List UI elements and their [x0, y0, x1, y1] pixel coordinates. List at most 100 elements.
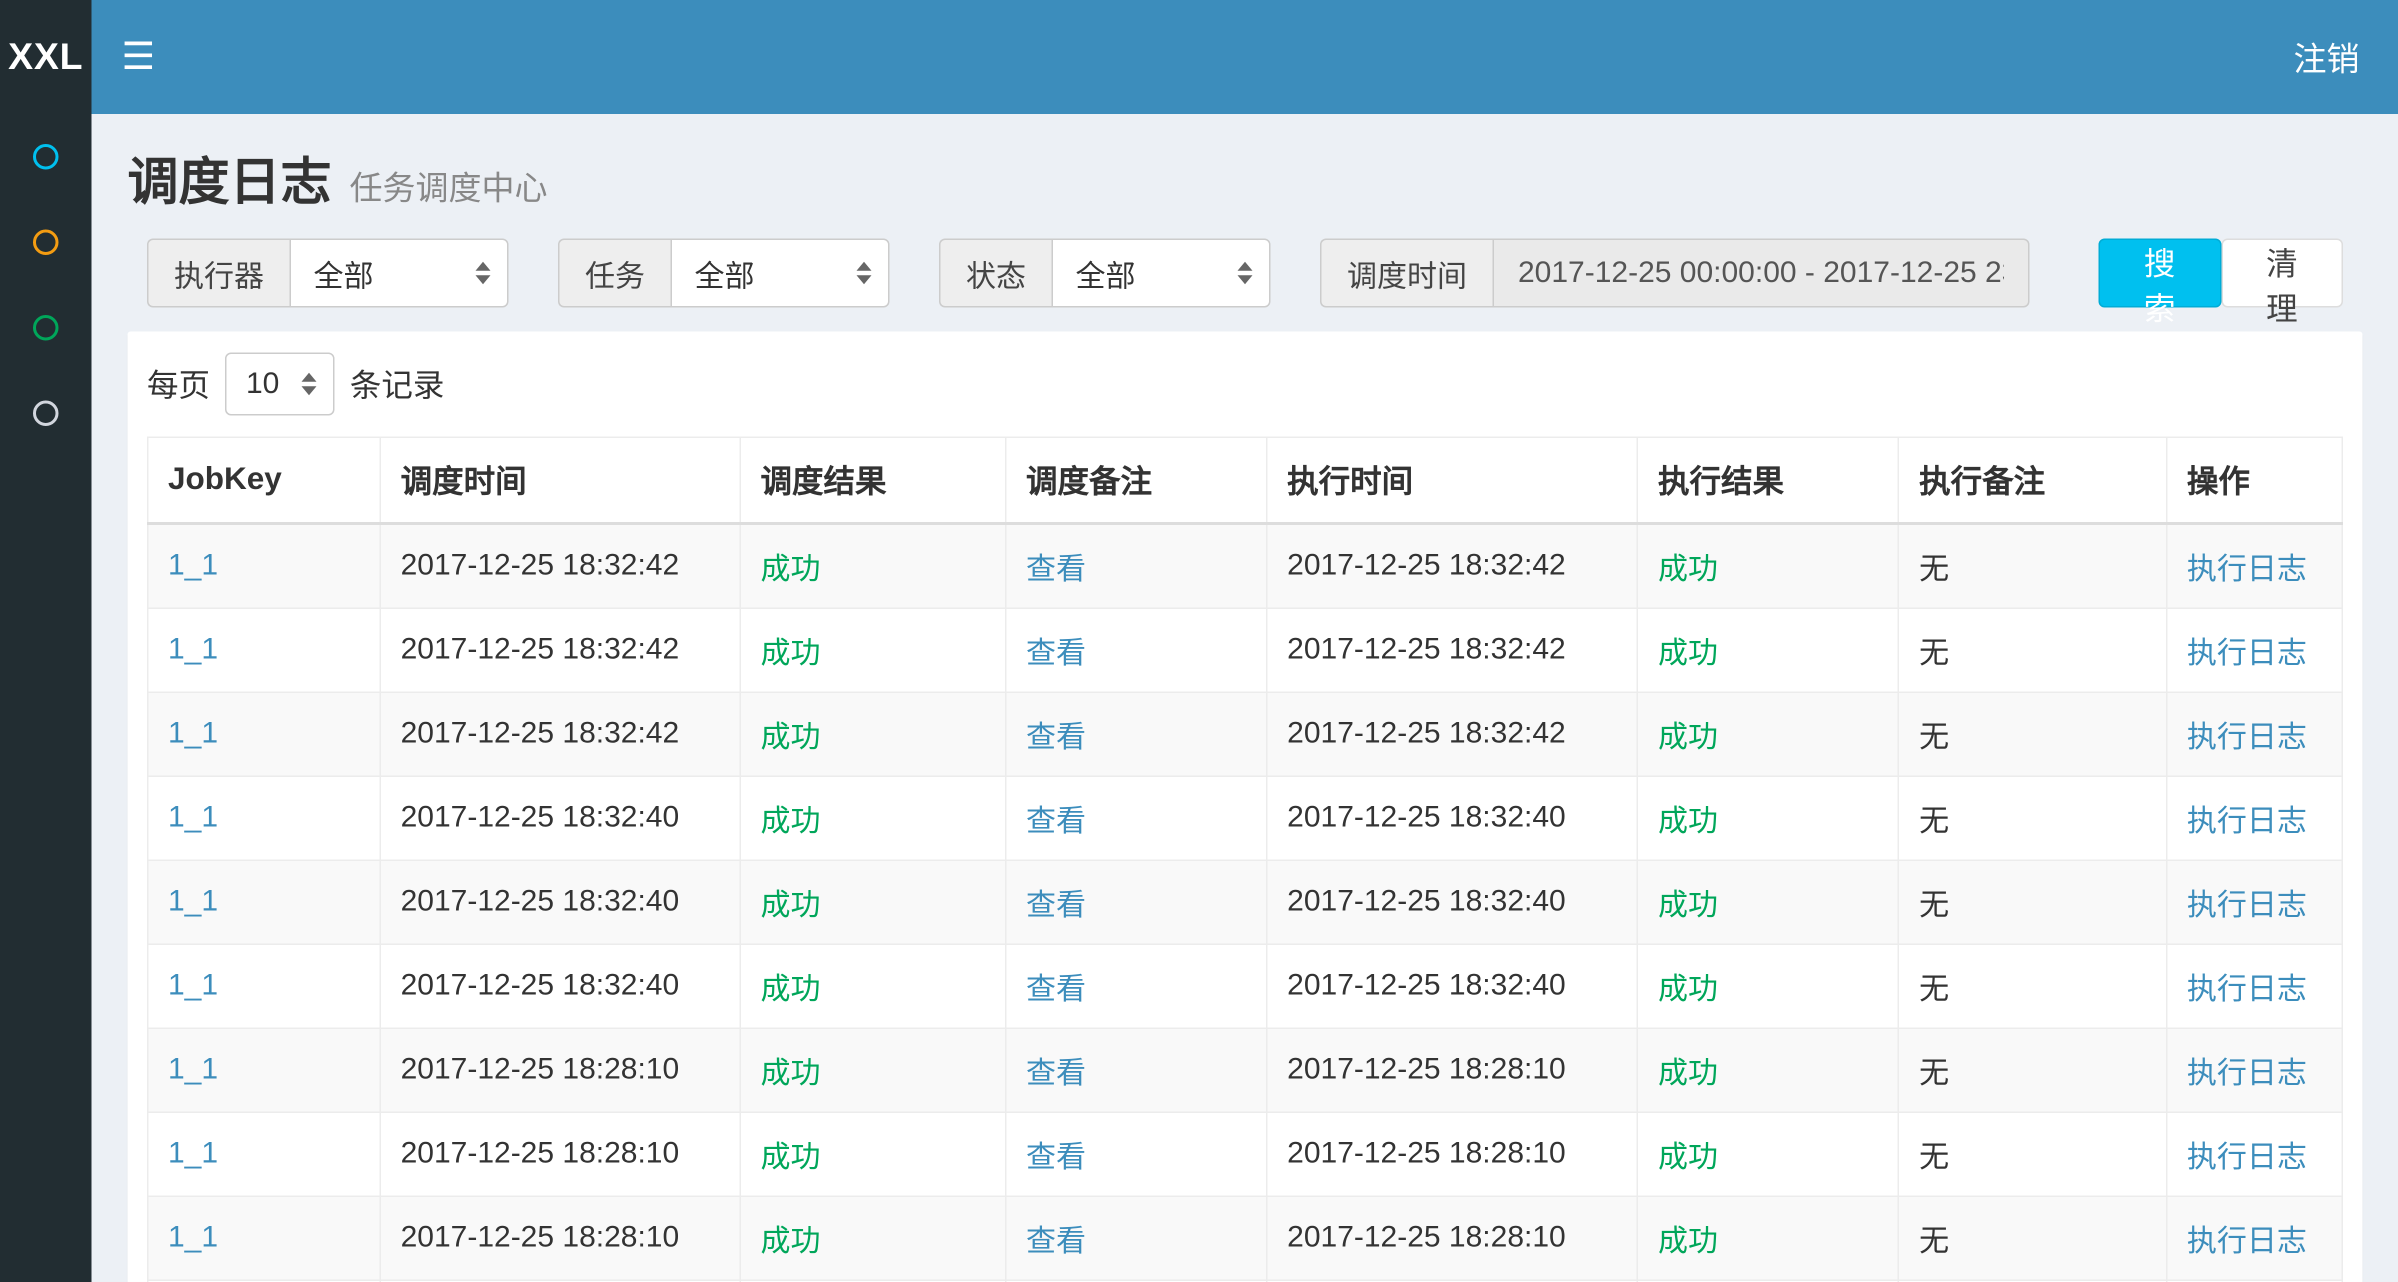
handle-result-cell: 成功 [1638, 1112, 1899, 1196]
app-logo[interactable]: XXL [0, 0, 92, 114]
status-select[interactable]: 全部 [1052, 239, 1271, 308]
page-size-prefix: 每页 [147, 362, 210, 407]
jobkey-link[interactable]: 1_1 [168, 633, 218, 666]
trigger-result-cell: 成功 [740, 608, 1006, 692]
status-select-value: 全部 [1076, 251, 1136, 295]
top-navbar: XXL ☰ 注销 [0, 0, 2398, 114]
header-trigger-msg[interactable]: 调度备注 [1006, 437, 1267, 523]
trigger-result-cell: 成功 [740, 1196, 1006, 1280]
handle-time-cell: 2017-12-25 18:32:42 [1267, 608, 1638, 692]
header-jobkey[interactable]: JobKey [148, 437, 381, 523]
execution-log-link[interactable]: 执行日志 [2187, 1226, 2307, 1259]
trigger-result-cell: 成功 [740, 860, 1006, 944]
executor-select-value: 全部 [314, 251, 374, 295]
jobkey-cell: 1_1 [148, 524, 381, 609]
logout-link[interactable]: 注销 [2293, 33, 2359, 81]
jobkey-cell: 1_1 [148, 860, 381, 944]
trigger-result-cell: 成功 [740, 524, 1006, 609]
table-row: 1_1 2017-12-25 18:28:10 成功 查看 2017-12-25… [148, 1028, 2343, 1112]
sidebar-menu-item-1[interactable] [0, 114, 92, 200]
action-cell: 执行日志 [2167, 692, 2343, 776]
handle-msg-cell: 无 [1899, 1028, 2167, 1112]
sidebar-toggle-icon[interactable]: ☰ [122, 38, 156, 76]
execution-log-link[interactable]: 执行日志 [2187, 806, 2307, 839]
trigger-msg-link[interactable]: 查看 [1026, 638, 1086, 671]
table-row: 1_1 2017-12-25 18:32:42 成功 查看 2017-12-25… [148, 692, 2343, 776]
job-filter-group: 任务 全部 [558, 239, 890, 308]
search-button[interactable]: 搜索 [2099, 239, 2221, 308]
execution-log-link[interactable]: 执行日志 [2187, 722, 2307, 755]
sidebar-menu-item-3[interactable] [0, 285, 92, 371]
trigger-msg-link[interactable]: 查看 [1026, 1142, 1086, 1175]
circle-outline-icon [33, 230, 59, 256]
header-handle-time[interactable]: 执行时间 [1267, 437, 1638, 523]
table-row: 1_1 2017-12-25 18:32:42 成功 查看 2017-12-25… [148, 608, 2343, 692]
header-trigger-result[interactable]: 调度结果 [740, 437, 1006, 523]
trigger-time-range-input[interactable] [1493, 239, 2030, 308]
table-row: 1_1 2017-12-25 18:28:10 成功 查看 2017-12-25… [148, 1112, 2343, 1196]
jobkey-link[interactable]: 1_1 [168, 549, 218, 582]
select-arrows-icon [476, 262, 491, 285]
execution-log-link[interactable]: 执行日志 [2187, 554, 2307, 587]
trigger-msg-link[interactable]: 查看 [1026, 974, 1086, 1007]
jobkey-link[interactable]: 1_1 [168, 1137, 218, 1170]
trigger-msg-link[interactable]: 查看 [1026, 890, 1086, 923]
log-table: JobKey 调度时间 调度结果 调度备注 执行时间 执行结果 执行备注 操作 … [147, 437, 2343, 1282]
execution-log-link[interactable]: 执行日志 [2187, 1142, 2307, 1175]
trigger-msg-link[interactable]: 查看 [1026, 806, 1086, 839]
content-header: 调度日志 任务调度中心 [128, 129, 2363, 239]
select-arrows-icon [302, 373, 317, 396]
clear-button[interactable]: 清理 [2221, 239, 2343, 308]
table-row: 1_1 2017-12-25 18:32:40 成功 查看 2017-12-25… [148, 860, 2343, 944]
executor-select[interactable]: 全部 [290, 239, 509, 308]
handle-msg-cell: 无 [1899, 1196, 2167, 1280]
header-handle-msg[interactable]: 执行备注 [1899, 437, 2167, 523]
table-header-row: JobKey 调度时间 调度结果 调度备注 执行时间 执行结果 执行备注 操作 [148, 437, 2343, 523]
handle-msg-cell: 无 [1899, 776, 2167, 860]
trigger-msg-link[interactable]: 查看 [1026, 722, 1086, 755]
page-size-select[interactable]: 10 [225, 353, 335, 416]
filter-bar: 执行器 全部 任务 全部 状态 全部 [128, 239, 2363, 308]
trigger-msg-link[interactable]: 查看 [1026, 554, 1086, 587]
jobkey-cell: 1_1 [148, 692, 381, 776]
trigger-time-cell: 2017-12-25 18:32:40 [380, 944, 740, 1028]
trigger-msg-link[interactable]: 查看 [1026, 1226, 1086, 1259]
header-action[interactable]: 操作 [2167, 437, 2343, 523]
execution-log-link[interactable]: 执行日志 [2187, 890, 2307, 923]
jobkey-link[interactable]: 1_1 [168, 969, 218, 1002]
select-arrows-icon [857, 262, 872, 285]
trigger-msg-cell: 查看 [1006, 608, 1267, 692]
jobkey-link[interactable]: 1_1 [168, 1053, 218, 1086]
circle-outline-icon [33, 401, 59, 427]
execution-log-link[interactable]: 执行日志 [2187, 1058, 2307, 1091]
execution-log-link[interactable]: 执行日志 [2187, 974, 2307, 1007]
page-size-value: 10 [246, 367, 279, 402]
job-select[interactable]: 全部 [671, 239, 890, 308]
action-cell: 执行日志 [2167, 776, 2343, 860]
sidebar-menu-item-2[interactable] [0, 200, 92, 286]
select-arrows-icon [1238, 262, 1253, 285]
execution-log-link[interactable]: 执行日志 [2187, 638, 2307, 671]
jobkey-cell: 1_1 [148, 1196, 381, 1280]
handle-result-cell: 成功 [1638, 524, 1899, 609]
header-trigger-time[interactable]: 调度时间 [380, 437, 740, 523]
table-row: 1_1 2017-12-25 18:32:40 成功 查看 2017-12-25… [148, 944, 2343, 1028]
status-label: 状态 [939, 239, 1052, 308]
jobkey-link[interactable]: 1_1 [168, 885, 218, 918]
trigger-msg-cell: 查看 [1006, 1028, 1267, 1112]
handle-result-cell: 成功 [1638, 776, 1899, 860]
jobkey-link[interactable]: 1_1 [168, 717, 218, 750]
handle-time-cell: 2017-12-25 18:28:10 [1267, 1196, 1638, 1280]
action-cell: 执行日志 [2167, 1028, 2343, 1112]
sidebar-menu-item-4[interactable] [0, 371, 92, 457]
handle-result-cell: 成功 [1638, 692, 1899, 776]
trigger-result-cell: 成功 [740, 1028, 1006, 1112]
jobkey-link[interactable]: 1_1 [168, 801, 218, 834]
jobkey-link[interactable]: 1_1 [168, 1221, 218, 1254]
header-handle-result[interactable]: 执行结果 [1638, 437, 1899, 523]
trigger-msg-link[interactable]: 查看 [1026, 1058, 1086, 1091]
jobkey-cell: 1_1 [148, 1028, 381, 1112]
trigger-msg-cell: 查看 [1006, 776, 1267, 860]
trigger-msg-cell: 查看 [1006, 860, 1267, 944]
trigger-msg-cell: 查看 [1006, 692, 1267, 776]
